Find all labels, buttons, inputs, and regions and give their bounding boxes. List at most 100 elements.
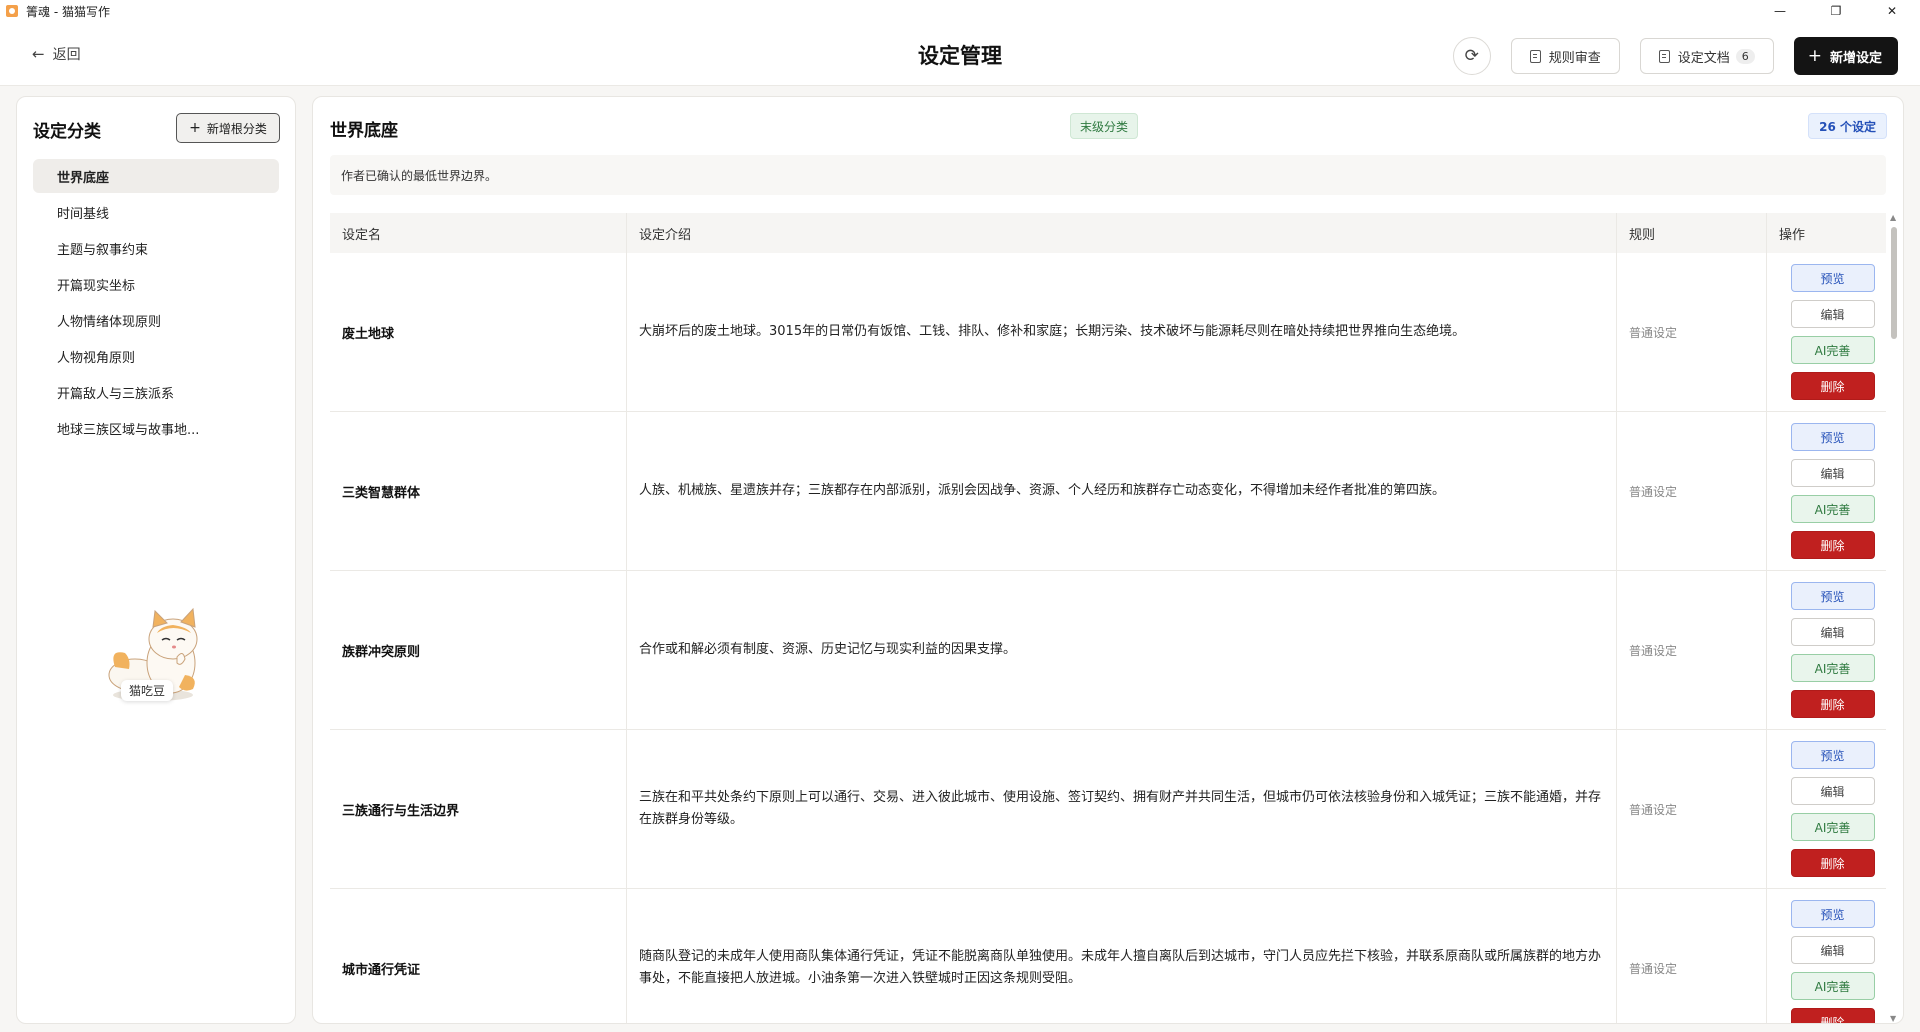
category-item-theme[interactable]: 主题与叙事约束 bbox=[33, 231, 279, 265]
column-header-name: 设定名 bbox=[330, 213, 627, 253]
delete-button[interactable]: 删除 bbox=[1790, 849, 1875, 877]
back-label: 返回 bbox=[52, 47, 81, 63]
page-header: ← 返回 设定管理 ⟳ 规则审查 设定文档 6 + 新增设定 bbox=[0, 22, 1920, 86]
setting-intro: 人族、机械族、星遗族并存；三族都存在内部派别，派别会因战争、资源、个人经历和族群… bbox=[627, 412, 1617, 570]
category-item-emotion-principle[interactable]: 人物情绪体现原则 bbox=[33, 303, 279, 337]
settings-doc-button[interactable]: 设定文档 6 bbox=[1639, 38, 1774, 74]
window-controls: — ❐ ✕ bbox=[1752, 0, 1920, 22]
category-sidebar: 设定分类 + 新增根分类 世界底座 时间基线 主题与叙事约束 开篇现实坐标 人物… bbox=[16, 96, 296, 1024]
preview-button[interactable]: 预览 bbox=[1790, 741, 1875, 769]
table-body: 废土地球 大崩坏后的废土地球。3015年的日常仍有饭馆、工钱、排队、修补和家庭；… bbox=[330, 253, 1886, 1023]
category-item-regions[interactable]: 地球三族区域与故事地... bbox=[33, 411, 279, 445]
setting-name: 三族通行与生活边界 bbox=[330, 730, 627, 888]
category-item-timeline[interactable]: 时间基线 bbox=[33, 195, 279, 229]
setting-intro: 合作或和解必须有制度、资源、历史记忆与现实利益的因果支撑。 bbox=[627, 571, 1617, 729]
table-row: 族群冲突原则 合作或和解必须有制度、资源、历史记忆与现实利益的因果支撑。 普通设… bbox=[330, 571, 1886, 730]
setting-name: 三类智慧群体 bbox=[330, 412, 627, 570]
category-item-perspective[interactable]: 人物视角原则 bbox=[33, 339, 279, 373]
setting-intro: 大崩坏后的废土地球。3015年的日常仍有饭馆、工钱、排队、修补和家庭；长期污染、… bbox=[627, 253, 1617, 411]
edit-button[interactable]: 编辑 bbox=[1790, 300, 1875, 328]
scroll-up-icon[interactable]: ▲ bbox=[1890, 213, 1896, 222]
window-titlebar: 箐魂 - 猫猫写作 — ❐ ✕ bbox=[0, 0, 1920, 22]
edit-button[interactable]: 编辑 bbox=[1790, 618, 1875, 646]
ai-improve-button[interactable]: AI完善 bbox=[1790, 972, 1875, 1000]
settings-doc-label: 设定文档 bbox=[1677, 50, 1730, 66]
edit-button[interactable]: 编辑 bbox=[1790, 459, 1875, 487]
header-actions: ⟳ 规则审查 设定文档 6 + 新增设定 bbox=[1452, 37, 1898, 75]
preview-button[interactable]: 预览 bbox=[1790, 423, 1875, 451]
document-stack-icon bbox=[1658, 49, 1670, 63]
level-badge: 末级分类 bbox=[1070, 113, 1139, 139]
category-title: 世界底座 bbox=[330, 121, 398, 141]
row-actions: 预览 编辑 AI完善 删除 bbox=[1767, 730, 1886, 888]
refresh-button[interactable]: ⟳ bbox=[1452, 37, 1491, 75]
window-title: 箐魂 - 猫猫写作 bbox=[26, 4, 110, 19]
add-setting-label: 新增设定 bbox=[1829, 50, 1882, 66]
settings-count-badge: 26 个设定 bbox=[1808, 113, 1887, 139]
add-root-category-button[interactable]: + 新增根分类 bbox=[176, 113, 280, 143]
settings-panel: 世界底座 末级分类 26 个设定 作者已确认的最低世界边界。 设定名 设定介绍 … bbox=[312, 96, 1904, 1024]
setting-rule: 普通设定 bbox=[1617, 412, 1767, 570]
setting-name: 族群冲突原则 bbox=[330, 571, 627, 729]
category-list: 世界底座 时间基线 主题与叙事约束 开篇现实坐标 人物情绪体现原则 人物视角原则… bbox=[33, 159, 279, 447]
settings-table: 设定名 设定介绍 规则 操作 废土地球 大崩坏后的废土地球。3015年的日常仍有… bbox=[330, 213, 1886, 1023]
table-row: 废土地球 大崩坏后的废土地球。3015年的日常仍有饭馆、工钱、排队、修补和家庭；… bbox=[330, 253, 1886, 412]
table-row: 城市通行凭证 随商队登记的未成年人使用商队集体通行凭证，凭证不能脱离商队单独使用… bbox=[330, 889, 1886, 1023]
category-item-world-base[interactable]: 世界底座 bbox=[33, 159, 279, 193]
row-actions: 预览 编辑 AI完善 删除 bbox=[1767, 253, 1886, 411]
plus-icon: + bbox=[189, 120, 201, 136]
back-button[interactable]: ← 返回 bbox=[32, 44, 81, 64]
delete-button[interactable]: 删除 bbox=[1790, 531, 1875, 559]
setting-name: 废土地球 bbox=[330, 253, 627, 411]
row-actions: 预览 编辑 AI完善 删除 bbox=[1767, 412, 1886, 570]
plus-icon: + bbox=[1807, 46, 1822, 66]
row-actions: 预览 编辑 AI完善 删除 bbox=[1767, 571, 1886, 729]
app-icon bbox=[6, 5, 18, 17]
delete-button[interactable]: 删除 bbox=[1790, 372, 1875, 400]
maximize-icon[interactable]: ❐ bbox=[1808, 0, 1864, 22]
preview-button[interactable]: 预览 bbox=[1790, 264, 1875, 292]
sidebar-title: 设定分类 bbox=[33, 122, 101, 142]
add-setting-button[interactable]: + 新增设定 bbox=[1793, 37, 1898, 75]
setting-name: 城市通行凭证 bbox=[330, 889, 627, 1023]
preview-button[interactable]: 预览 bbox=[1790, 900, 1875, 928]
arrow-left-icon: ← bbox=[32, 45, 45, 63]
column-header-actions: 操作 bbox=[1779, 227, 1806, 243]
mascot-label: 猫吃豆 bbox=[121, 680, 174, 701]
setting-intro: 随商队登记的未成年人使用商队集体通行凭证，凭证不能脱离商队单独使用。未成年人擅自… bbox=[627, 889, 1617, 1023]
setting-rule: 普通设定 bbox=[1617, 889, 1767, 1023]
scroll-down-icon[interactable]: ▼ bbox=[1890, 1014, 1896, 1023]
column-header-intro: 设定介绍 bbox=[627, 213, 1617, 253]
ai-improve-button[interactable]: AI完善 bbox=[1790, 336, 1875, 364]
setting-rule: 普通设定 bbox=[1617, 571, 1767, 729]
category-item-opening-coords[interactable]: 开篇现实坐标 bbox=[33, 267, 279, 301]
close-icon[interactable]: ✕ bbox=[1864, 0, 1920, 22]
document-icon bbox=[1529, 49, 1541, 63]
edit-button[interactable]: 编辑 bbox=[1790, 777, 1875, 805]
settings-doc-count: 6 bbox=[1735, 48, 1755, 64]
table-row: 三族通行与生活边界 三族在和平共处条约下原则上可以通行、交易、进入彼此城市、使用… bbox=[330, 730, 1886, 889]
setting-intro: 三族在和平共处条约下原则上可以通行、交易、进入彼此城市、使用设施、签订契约、拥有… bbox=[627, 730, 1617, 888]
refresh-icon: ⟳ bbox=[1464, 46, 1479, 66]
ai-improve-button[interactable]: AI完善 bbox=[1790, 654, 1875, 682]
ai-improve-button[interactable]: AI完善 bbox=[1790, 495, 1875, 523]
rule-review-label: 规则审查 bbox=[1548, 50, 1601, 66]
rule-review-button[interactable]: 规则审查 bbox=[1510, 38, 1620, 74]
setting-rule: 普通设定 bbox=[1617, 730, 1767, 888]
scrollbar-thumb[interactable] bbox=[1891, 227, 1897, 339]
table-row: 三类智慧群体 人族、机械族、星遗族并存；三族都存在内部派别，派别会因战争、资源、… bbox=[330, 412, 1886, 571]
category-description: 作者已确认的最低世界边界。 bbox=[330, 155, 1886, 195]
minimize-icon[interactable]: — bbox=[1752, 0, 1808, 22]
delete-button[interactable]: 删除 bbox=[1790, 1008, 1875, 1023]
delete-button[interactable]: 删除 bbox=[1790, 690, 1875, 718]
row-actions: 预览 编辑 AI完善 删除 bbox=[1767, 889, 1886, 1023]
category-item-enemies-factions[interactable]: 开篇敌人与三族派系 bbox=[33, 375, 279, 409]
table-header: 设定名 设定介绍 规则 操作 bbox=[330, 213, 1886, 253]
column-header-rule: 规则 bbox=[1617, 213, 1767, 253]
table-scrollbar[interactable]: ▲ ▼ bbox=[1889, 213, 1899, 1023]
setting-rule: 普通设定 bbox=[1617, 253, 1767, 411]
edit-button[interactable]: 编辑 bbox=[1790, 936, 1875, 964]
add-root-category-label: 新增根分类 bbox=[206, 121, 267, 136]
ai-improve-button[interactable]: AI完善 bbox=[1790, 813, 1875, 841]
preview-button[interactable]: 预览 bbox=[1790, 582, 1875, 610]
